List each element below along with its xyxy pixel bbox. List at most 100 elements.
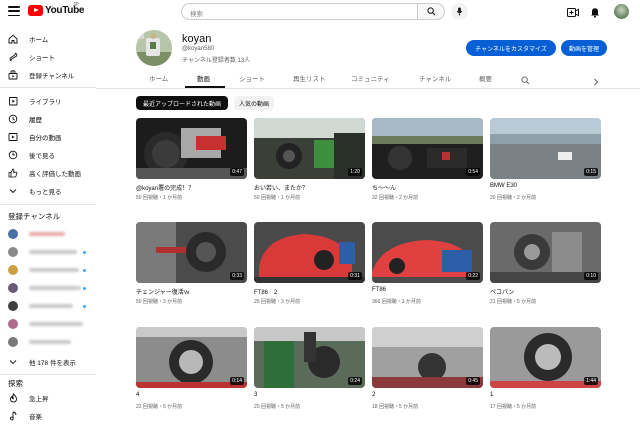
video-thumbnail[interactable]: 0:33 — [136, 222, 247, 283]
video-title[interactable]: 3 — [254, 392, 257, 398]
video-title[interactable]: BMW E30 — [490, 183, 517, 189]
shorts-icon — [8, 52, 18, 62]
sidebar-divider — [0, 87, 96, 88]
search-icon — [426, 7, 435, 16]
chip-popular[interactable]: 人気の動画 — [234, 96, 274, 110]
video-metadata: 26 回視聴・3 か月前 — [254, 299, 301, 305]
your-videos-icon — [8, 132, 18, 142]
channel-handle: @koyan580 — [182, 46, 215, 52]
video-title[interactable]: 1 — [490, 392, 493, 398]
sidebar-item-label: ホーム — [29, 36, 49, 44]
sidebar-item-label: もっと見る — [29, 188, 62, 196]
tab-shorts[interactable]: ショート — [239, 73, 265, 83]
channel-avatar — [8, 229, 18, 239]
sidebar-divider — [0, 374, 96, 375]
video-metadata: 366 回視聴・3 か月前 — [372, 299, 421, 305]
tab-community[interactable]: コミュニティ — [351, 73, 390, 83]
video-thumbnail[interactable]: 0:54 — [372, 118, 483, 179]
search-icon — [521, 76, 530, 85]
sidebar-item-label: 登録チャンネル — [29, 72, 75, 80]
sidebar-item-label: ライブラリ — [29, 98, 62, 106]
video-metadata: 32 回視聴・2 か月前 — [372, 195, 419, 201]
video-title[interactable]: FT86 2 — [254, 287, 277, 296]
new-content-dot — [83, 251, 86, 254]
voice-search-button[interactable] — [451, 3, 468, 20]
sidebar-item-label: 音楽 — [29, 413, 42, 421]
channel-avatar-large[interactable] — [136, 30, 172, 66]
sidebar-item-label: 後で見る — [29, 152, 55, 160]
video-title[interactable]: ペコパン — [490, 287, 514, 296]
video-title[interactable]: チェンジャー復活ｗ — [136, 287, 190, 296]
sidebar-item-home[interactable]: ホーム — [0, 30, 96, 47]
video-thumbnail[interactable]: 0:24 — [254, 327, 365, 388]
video-duration: 0:33 — [230, 272, 244, 280]
customize-channel-button[interactable]: チャンネルをカスタマイズ — [466, 40, 556, 56]
sidebar-item-liked-videos[interactable]: 高く評価した動画 — [0, 164, 96, 181]
video-title[interactable]: ち～～ん — [372, 183, 396, 192]
sidebar-item-shorts[interactable]: ショート — [0, 48, 96, 65]
blurred-channel-name — [29, 322, 83, 326]
sidebar-item-history[interactable]: 履歴 — [0, 110, 96, 127]
new-content-dot — [83, 287, 86, 290]
microphone-icon — [456, 7, 463, 16]
sidebar-item-label: ショート — [29, 54, 55, 62]
video-title[interactable]: 2 — [372, 392, 375, 398]
notifications-button[interactable] — [588, 5, 602, 19]
tab-about[interactable]: 概要 — [479, 73, 492, 83]
subscriptions-section-title: 登録チャンネル — [8, 212, 61, 221]
sidebar-item-trending[interactable]: 急上昇 — [0, 389, 96, 406]
sidebar-item-your-videos[interactable]: 自分の動画 — [0, 128, 96, 145]
tab-home[interactable]: ホーム — [149, 73, 168, 83]
channel-avatar — [8, 265, 18, 275]
video-thumbnail[interactable]: 0:47 — [136, 118, 247, 179]
search-button[interactable] — [417, 3, 445, 20]
video-duration: 0:14 — [230, 377, 244, 385]
video-metadata: 22 回視聴・5 か月前 — [136, 404, 183, 410]
sidebar-item-subscriptions[interactable]: 登録チャンネル — [0, 66, 96, 83]
channel-avatar — [8, 337, 18, 347]
video-thumbnail[interactable]: 0:14 — [136, 327, 247, 388]
sidebar-item-label: 高く評価した動画 — [29, 170, 81, 178]
video-thumbnail[interactable]: 0:45 — [372, 327, 483, 388]
library-icon — [8, 96, 18, 106]
video-title[interactable]: 4 — [136, 392, 139, 398]
chip-latest[interactable]: 最近アップロードされた動画 — [136, 96, 228, 110]
video-title[interactable]: @koyan署の完成！？ — [136, 183, 194, 192]
video-duration: 0:47 — [230, 168, 244, 176]
youtube-channel-page: YouTube JP 検索 ホーム ショート 登録チャンネル ライブラリ 履歴 … — [0, 0, 640, 425]
video-thumbnail[interactable]: 1:44 — [490, 327, 601, 388]
chevron-down-icon — [8, 357, 18, 367]
video-title[interactable]: おい若い、またか？ — [254, 183, 308, 192]
tab-playlists[interactable]: 再生リスト — [293, 73, 326, 83]
video-metadata: 50 回視聴・1 か月前 — [136, 195, 183, 201]
video-metadata: 18 回視聴・5 か月前 — [372, 404, 419, 410]
sidebar-item-library[interactable]: ライブラリ — [0, 92, 96, 109]
channel-avatar — [8, 247, 18, 257]
chevron-down-icon — [8, 186, 18, 196]
channel-avatar — [8, 319, 18, 329]
search-input[interactable]: 検索 — [181, 3, 417, 20]
video-metadata: 50 回視聴・3 か月前 — [136, 299, 183, 305]
subscriptions-show-more[interactable]: 他 178 件を表示 — [0, 353, 96, 370]
video-thumbnail[interactable]: 0:10 — [490, 222, 601, 283]
video-thumbnail[interactable]: 0:31 — [254, 222, 365, 283]
account-avatar[interactable] — [614, 4, 629, 19]
subscriptions-icon — [8, 69, 18, 80]
video-thumbnail[interactable]: 0:15 — [490, 118, 601, 179]
video-thumbnail[interactable]: 0:22 — [372, 222, 483, 283]
tab-videos[interactable]: 動画 — [197, 73, 210, 83]
tab-channels[interactable]: チャンネル — [419, 73, 451, 83]
sidebar-show-more[interactable]: もっと見る — [0, 182, 96, 199]
sidebar-item-music[interactable]: 音楽 — [0, 407, 96, 424]
new-content-dot — [83, 305, 86, 308]
video-duration: 0:54 — [466, 168, 480, 176]
menu-icon[interactable] — [8, 6, 20, 16]
sidebar-item-watch-later[interactable]: 後で見る — [0, 146, 96, 163]
channel-avatar — [8, 283, 18, 293]
create-button[interactable] — [566, 5, 580, 19]
video-title[interactable]: FT86 — [372, 287, 386, 293]
bell-icon — [591, 7, 599, 18]
blurred-channel-name — [29, 232, 65, 236]
video-thumbnail[interactable]: 1:20 — [254, 118, 365, 179]
manage-videos-button[interactable]: 動画を管理 — [561, 40, 607, 56]
